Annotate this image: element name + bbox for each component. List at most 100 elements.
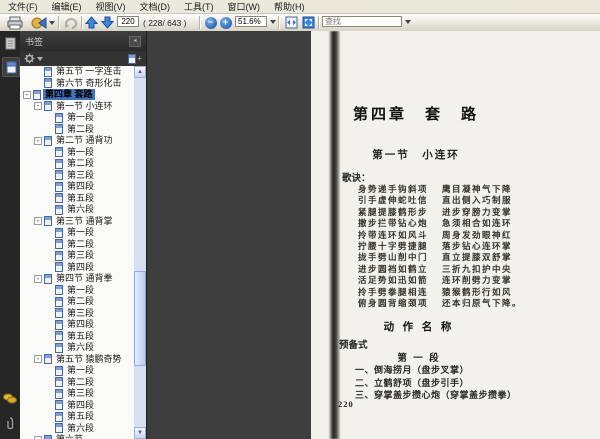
search-input[interactable] (322, 16, 402, 27)
bookmark-item[interactable]: -第四段 (20, 181, 134, 193)
bookmark-item[interactable]: -第二段 (20, 239, 134, 251)
bookmark-label: 第四段 (67, 261, 95, 272)
bookmarks-tree-wrap: -第五节 一字连击-第六节 奇形化击-第四章 套路-第一节 小连环-第一段-第二… (20, 66, 146, 439)
bookmark-page-icon (55, 285, 63, 296)
actions-title: 动 作 名 称 (383, 322, 455, 333)
bookmark-item[interactable]: -第六节 奇形化击 (20, 78, 134, 90)
bookmark-page-icon (55, 342, 63, 353)
vertical-scrollbar[interactable]: ▲ ▼ (134, 66, 146, 439)
bookmark-item[interactable]: - 第四章 套路 (20, 89, 134, 101)
bookmark-item[interactable]: -第三段 (20, 308, 134, 320)
bookmark-item[interactable]: -第五段 (20, 411, 134, 423)
document-canvas[interactable]: 第四章 套 路 第一节 小连环 歌诀： 身势递手钩斜项 鹰目凝神气下降 引手虚伸蛇吐… (147, 31, 600, 439)
scroll-thumb[interactable] (134, 271, 146, 366)
bookmark-item[interactable]: -第四段 (20, 262, 134, 274)
bookmark-item[interactable]: -第二段 (20, 377, 134, 389)
collapse-toggle-icon[interactable]: - (34, 355, 42, 364)
bookmark-item[interactable]: -第六节 … (20, 434, 134, 439)
collapse-toggle-icon[interactable]: - (34, 274, 42, 283)
zoom-in-button[interactable]: + (219, 15, 232, 30)
nav-tab-comments[interactable] (2, 389, 18, 407)
bookmark-item[interactable]: - 第二节 通背功 (20, 135, 134, 147)
verse-line: 三折九扣护中央 (442, 263, 513, 274)
verse-row: 撤步拦带钻心炮 急须相合如连环 (358, 217, 526, 228)
bookmark-item[interactable]: -第三段 (20, 388, 134, 400)
bookmarks-panel-header: 书签 ◂ (20, 31, 146, 51)
panel-menu-button[interactable]: ◂ (129, 35, 141, 47)
bookmark-item[interactable]: -第二段 (20, 296, 134, 308)
next-page-button[interactable] (100, 15, 115, 30)
bookmark-item[interactable]: -第二段 (20, 124, 134, 136)
verse-line: 直出侧入巧制服 (442, 195, 513, 206)
bookmark-item[interactable]: - 第一节 小连环 (20, 101, 134, 113)
verse-row: 拎手劈拳腿相连 猿猴鹤形行如风 (358, 286, 526, 297)
bookmark-item[interactable]: -第三段 (20, 250, 134, 262)
action-list: 一、倒海捞月（盘步叉掌） 二、立鹤舒项（盘步引手） 三、穿掌盖步攒心炮（穿掌盖步攒拳… (355, 363, 517, 401)
bookmark-label: 第一段 (67, 365, 95, 376)
bookmark-item[interactable]: -第五段 (20, 193, 134, 205)
previous-page-button[interactable] (84, 15, 99, 30)
bookmark-item[interactable]: -第一段 (20, 285, 134, 297)
verse-row: 进步圆裆如鹤立 三折九扣护中央 (358, 263, 526, 274)
collapse-toggle-icon[interactable]: - (23, 90, 31, 99)
collapse-toggle-icon[interactable]: - (34, 217, 42, 226)
menubar: 文件(F) 编辑(E) 视图(V) 文档(D) 工具(T) 窗口(W) 帮助(H) (0, 0, 600, 14)
options-button[interactable] (24, 53, 43, 64)
menu-help[interactable]: 帮助(H) (267, 0, 312, 14)
collapse-toggle-icon[interactable]: - (34, 136, 42, 145)
collapse-toggle-icon[interactable]: - (34, 102, 42, 111)
zoom-level-input[interactable] (235, 16, 267, 27)
bookmark-label: 第一段 (67, 112, 95, 123)
bookmark-item[interactable]: -第三段 (20, 170, 134, 182)
bookmark-page-icon (44, 354, 52, 365)
toolbar: ( 228/ 643 ) − + (0, 14, 600, 32)
menu-document[interactable]: 文档(D) (133, 0, 178, 14)
bookmark-item[interactable]: -第五节 一字连击 (20, 66, 134, 78)
search-options-arrow-icon[interactable] (405, 20, 411, 24)
zoom-menu-arrow-icon[interactable] (270, 20, 276, 24)
bookmark-item[interactable]: -第六段 (20, 423, 134, 435)
toolbar-separator (278, 16, 279, 29)
share-menu-arrow-icon[interactable] (48, 20, 55, 25)
bookmark-item[interactable]: -第二段 (20, 158, 134, 170)
page-number-input[interactable] (117, 16, 139, 27)
nav-tab-pages[interactable] (2, 34, 18, 52)
menu-tools[interactable]: 工具(T) (177, 0, 221, 14)
bookmark-page-icon (55, 377, 63, 388)
menu-window[interactable]: 窗口(W) (221, 0, 268, 14)
bookmark-page-icon (55, 400, 63, 411)
fit-width-button[interactable] (283, 15, 299, 30)
zoom-out-button[interactable]: − (204, 15, 217, 30)
bookmark-item[interactable]: - 第四节 通背拳 (20, 273, 134, 285)
bookmark-label: 第二段 (67, 158, 95, 169)
bookmark-item[interactable]: -第一段 (20, 227, 134, 239)
menu-file[interactable]: 文件(F) (1, 0, 45, 14)
bookmark-item[interactable]: -第五段 (20, 331, 134, 343)
bookmark-item[interactable]: -第一段 (20, 112, 134, 124)
menu-edit[interactable]: 编辑(E) (45, 0, 89, 14)
bookmark-item[interactable]: -第六段 (20, 342, 134, 354)
nav-tab-attachments[interactable] (2, 415, 18, 433)
bookmark-page-icon (55, 250, 63, 261)
scroll-down-button[interactable]: ▼ (134, 427, 146, 439)
scroll-up-button[interactable]: ▲ (134, 66, 146, 78)
verse-row: 紧腿提膝鹤形步 进步穿膀力变掌 (358, 206, 526, 217)
bookmark-item[interactable]: -第一段 (20, 365, 134, 377)
print-button[interactable] (5, 15, 25, 30)
fullscreen-button[interactable] (300, 15, 316, 30)
share-button[interactable] (29, 15, 56, 30)
previous-view-icon (65, 17, 78, 29)
bookmark-item[interactable]: -第四段 (20, 400, 134, 412)
nav-tab-bookmarks[interactable] (2, 57, 20, 77)
verse-label: 歌诀： (342, 174, 371, 184)
expand-current-bookmark-button[interactable]: + (128, 53, 142, 64)
bookmark-page-icon (55, 227, 63, 238)
verse-line: 身势递手钩斜项 (358, 184, 429, 194)
bookmark-item[interactable]: -第四段 (20, 319, 134, 331)
zoom-out-icon: − (204, 16, 217, 29)
bookmark-item[interactable]: - 第三节 通背掌 (20, 216, 134, 228)
bookmark-item[interactable]: -第一段 (20, 147, 134, 159)
bookmark-item[interactable]: -第六段 (20, 204, 134, 216)
menu-view[interactable]: 视图(V) (89, 0, 133, 14)
bookmark-item[interactable]: - 第五节 猿鹏奇势 (20, 354, 134, 366)
